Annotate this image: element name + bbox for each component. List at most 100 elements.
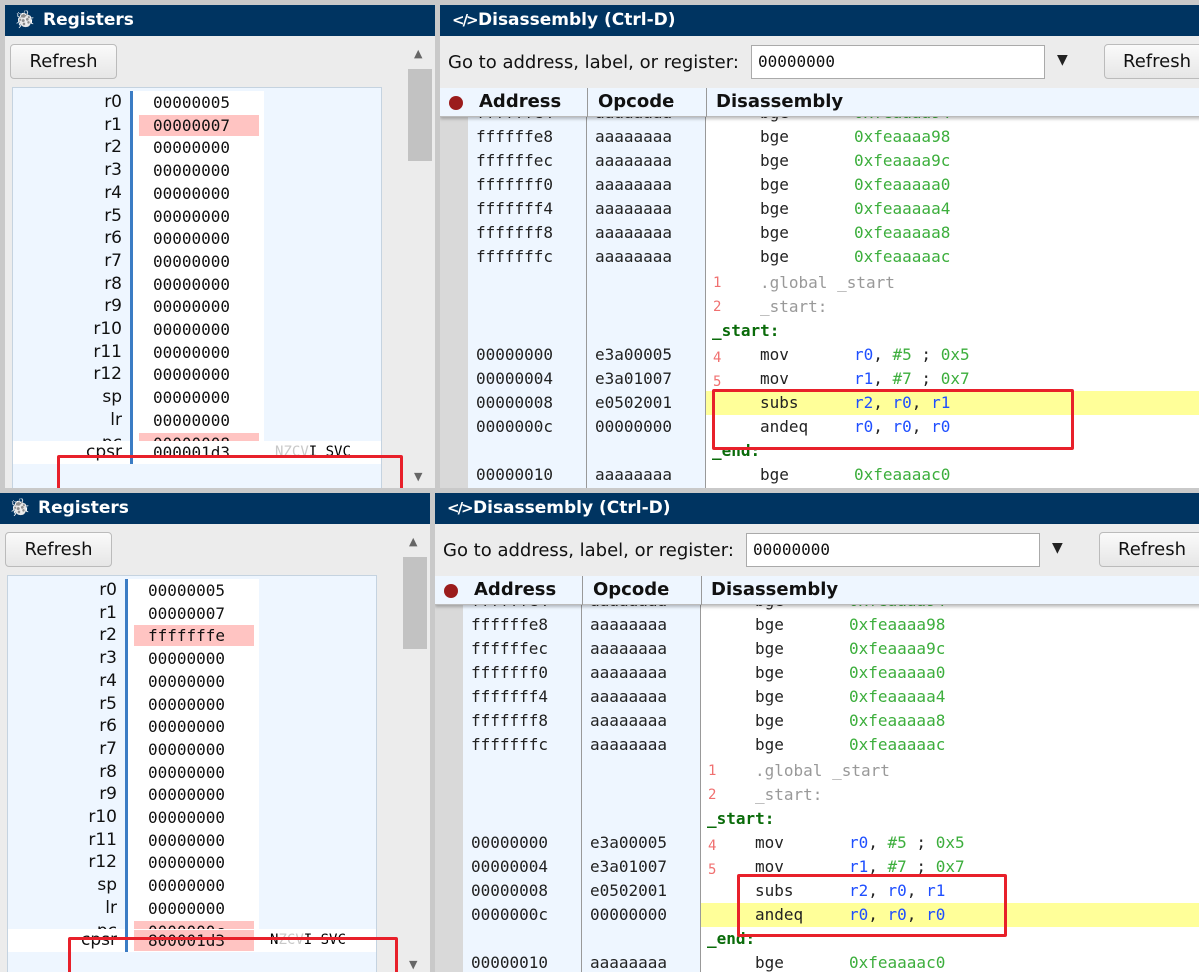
- disasm-row[interactable]: fffffffc aaaaaaaa bge 0xfeaaaaac: [440, 245, 1199, 269]
- disasm-row[interactable]: fffffff4 aaaaaaaa bge 0xfeaaaaa4: [440, 197, 1199, 221]
- disasm-row[interactable]: _start:: [440, 319, 1199, 343]
- column-header-opcode[interactable]: Opcode: [598, 88, 674, 116]
- register-value[interactable]: 00000000: [139, 364, 259, 385]
- disasm-row[interactable]: ffffffec aaaaaaaa bge 0xfeaaaa9c: [440, 149, 1199, 173]
- column-header-address[interactable]: Address: [479, 88, 561, 116]
- header-divider: [582, 576, 583, 605]
- disasm-row[interactable]: fffffff8 aaaaaaaa bge 0xfeaaaaa8: [440, 221, 1199, 245]
- scroll-up-arrow-icon[interactable]: ▲: [414, 47, 422, 60]
- address: 00000008: [476, 393, 554, 412]
- register-value[interactable]: 00000000: [139, 137, 259, 158]
- registers-refresh-button[interactable]: Refresh: [10, 44, 117, 79]
- operand-token: 0x5: [940, 345, 970, 364]
- disasm-row[interactable]: 00000004 e3a01007 5 mov r1, #7 ; 0x7: [440, 367, 1199, 391]
- mnemonic: mov: [755, 833, 784, 852]
- mnemonic: bge: [755, 639, 784, 658]
- address: 00000008: [471, 881, 549, 900]
- register-value[interactable]: 00000000: [139, 342, 259, 363]
- column-header-address[interactable]: Address: [474, 576, 556, 604]
- register-value[interactable]: 00000000: [134, 648, 254, 669]
- register-value[interactable]: 00000000: [139, 410, 259, 431]
- dropdown-arrow-icon[interactable]: ▼: [1052, 540, 1063, 556]
- register-name: r9: [104, 296, 122, 317]
- disasm-row[interactable]: 2 _start:: [440, 295, 1199, 319]
- register-value[interactable]: 00000000: [134, 830, 254, 851]
- disasm-row[interactable]: 1 .global _start: [435, 759, 1199, 783]
- register-value[interactable]: 00000000: [134, 716, 254, 737]
- register-table: r0 00000005 r1 00000007 r2 00000000 r3 00000000…: [12, 87, 382, 488]
- disasm-row[interactable]: ffffffe8 aaaaaaaa bge 0xfeaaaa98: [435, 613, 1199, 637]
- disasm-row[interactable]: ffffffe8 aaaaaaaa bge 0xfeaaaa98: [440, 125, 1199, 149]
- register-value[interactable]: 00000000: [139, 183, 259, 204]
- operands: 0xfeaaaaa0: [854, 173, 950, 197]
- goto-address-input[interactable]: 00000000: [751, 45, 1045, 79]
- register-value[interactable]: 00000005: [134, 580, 254, 601]
- dropdown-arrow-icon[interactable]: ▼: [1057, 52, 1068, 68]
- header-divider: [701, 576, 702, 605]
- register-value[interactable]: fffffffe: [134, 625, 254, 647]
- bug-icon: 🐞: [14, 10, 36, 30]
- register-value[interactable]: 00000000: [134, 739, 254, 760]
- disasm-row[interactable]: 00000010 aaaaaaaa bge 0xfeaaaac0: [440, 463, 1199, 487]
- register-value[interactable]: 00000000: [134, 807, 254, 828]
- disasm-row[interactable]: fffffff0 aaaaaaaa bge 0xfeaaaaa0: [440, 173, 1199, 197]
- register-value[interactable]: 00000000: [139, 251, 259, 272]
- register-value[interactable]: 00000007: [134, 603, 254, 624]
- registers-scrollbar[interactable]: ▲ ▼: [403, 533, 427, 972]
- column-header-opcode[interactable]: Opcode: [593, 576, 669, 604]
- register-value[interactable]: 00000000: [139, 206, 259, 227]
- register-row-r3: r3 00000000: [8, 647, 376, 671]
- register-value[interactable]: 00000000: [139, 160, 259, 181]
- register-value[interactable]: 00000000: [139, 319, 259, 340]
- disasm-row[interactable]: 00000010 aaaaaaaa bge 0xfeaaaac0: [435, 951, 1199, 972]
- register-value[interactable]: 00000000: [134, 784, 254, 805]
- breakpoint-icon[interactable]: [449, 96, 463, 110]
- register-value[interactable]: 00000000: [139, 387, 259, 408]
- disasm-row[interactable]: fffffffc aaaaaaaa bge 0xfeaaaaac: [435, 733, 1199, 757]
- disasm-row[interactable]: 00000000 e3a00005 4 mov r0, #5 ; 0x5: [440, 343, 1199, 367]
- scroll-down-arrow-icon[interactable]: ▼: [409, 958, 417, 971]
- disasm-row[interactable]: fffffff4 aaaaaaaa bge 0xfeaaaaa4: [435, 685, 1199, 709]
- operands: 0xfeaaaaa8: [849, 709, 945, 733]
- register-value[interactable]: 00000000: [134, 762, 254, 783]
- table-header: Address Opcode Disassembly: [440, 88, 1199, 117]
- disasm-row[interactable]: 00000000 e3a00005 4 mov r0, #5 ; 0x5: [435, 831, 1199, 855]
- address: 00000004: [476, 369, 554, 388]
- disasm-row[interactable]: fffffff8 aaaaaaaa bge 0xfeaaaaa8: [435, 709, 1199, 733]
- disassembly-refresh-button[interactable]: Refresh: [1099, 532, 1199, 567]
- disasm-row[interactable]: _start:: [435, 807, 1199, 831]
- register-value[interactable]: 00000007: [139, 114, 259, 136]
- disasm-row[interactable]: ffffffec aaaaaaaa bge 0xfeaaaa9c: [435, 637, 1199, 661]
- goto-address-input[interactable]: 00000000: [746, 533, 1040, 567]
- code-icon: </>: [447, 499, 474, 517]
- disassembly-refresh-button[interactable]: Refresh: [1104, 44, 1199, 79]
- register-value[interactable]: 00000005: [139, 92, 259, 113]
- register-value[interactable]: 00000000: [134, 852, 254, 873]
- disasm-row[interactable]: 1 .global _start: [440, 271, 1199, 295]
- operand-token: r0: [849, 833, 869, 852]
- scroll-down-arrow-icon[interactable]: ▼: [414, 470, 422, 483]
- scroll-up-arrow-icon[interactable]: ▲: [409, 535, 417, 548]
- register-value[interactable]: 00000000: [139, 228, 259, 249]
- column-header-disassembly[interactable]: Disassembly: [711, 576, 838, 604]
- registers-scrollbar[interactable]: ▲ ▼: [408, 45, 432, 488]
- scrollbar-thumb[interactable]: [403, 557, 427, 649]
- address: 0000000c: [476, 417, 554, 436]
- mnemonic: bge: [755, 735, 784, 754]
- register-value[interactable]: 00000000: [134, 671, 254, 692]
- column-header-disassembly[interactable]: Disassembly: [716, 88, 843, 116]
- register-value[interactable]: 00000000: [134, 694, 254, 715]
- scrollbar-thumb[interactable]: [408, 69, 432, 161]
- register-name: r0: [99, 580, 117, 600]
- register-value[interactable]: 00000000: [134, 875, 254, 896]
- address: fffffff8: [476, 223, 554, 242]
- disasm-row[interactable]: fffffff0 aaaaaaaa bge 0xfeaaaaa0: [435, 661, 1199, 685]
- register-value[interactable]: 00000000: [139, 274, 259, 295]
- address: fffffff8: [471, 711, 549, 730]
- registers-refresh-button[interactable]: Refresh: [5, 532, 112, 567]
- register-value[interactable]: 00000000: [134, 898, 254, 919]
- breakpoint-icon[interactable]: [444, 584, 458, 598]
- register-value[interactable]: 00000000: [139, 296, 259, 317]
- register-name: r12: [88, 852, 117, 873]
- disasm-row[interactable]: 2 _start:: [435, 783, 1199, 807]
